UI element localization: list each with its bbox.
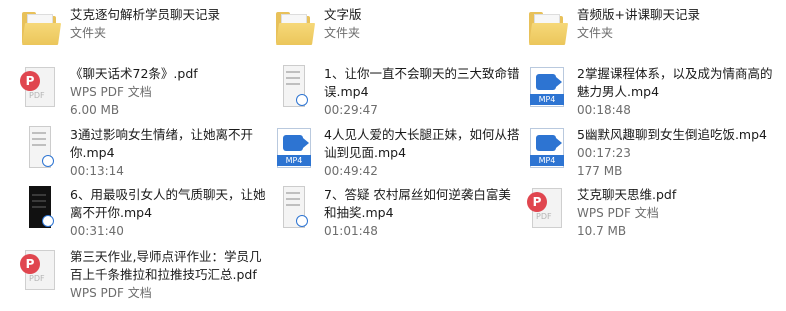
file-item-video-7[interactable]: 7、答疑 农村屌丝如何逆袭白富美 和抽奖.mp4 01:01:48 — [272, 186, 511, 240]
file-name: 文字版 — [324, 7, 362, 22]
file-name: 7、答疑 农村屌丝如何逆袭白富美 — [324, 187, 511, 202]
file-name-cont: 百上千条推拉和拉推技巧汇总.pdf — [70, 267, 257, 282]
file-name-cont: 误.mp4 — [324, 84, 369, 99]
file-type: 文件夹 — [70, 26, 107, 40]
file-size: 6.00 MB — [70, 103, 120, 117]
file-name: 5幽默风趣聊到女生倒追吃饭.mp4 — [577, 127, 767, 142]
file-item-pdf-1[interactable]: P PDF 《聊天话术72条》.pdf WPS PDF 文档 6.00 MB — [18, 65, 198, 119]
file-item-mp4-2[interactable]: MP4 2掌握课程体系，以及成为情商高的 魅力男人.mp4 00:18:48 — [525, 65, 772, 119]
file-name: 3通过影响女生情绪，让她离不开 — [70, 127, 253, 142]
file-name: 艾克逐句解析学员聊天记录 — [70, 7, 221, 22]
file-duration: 00:18:48 — [577, 103, 631, 117]
file-duration: 00:17:23 — [577, 146, 631, 160]
file-item-pdf-3[interactable]: P PDF 第三天作业,导师点评作业：学员几 百上千条推拉和拉推技巧汇总.pdf… — [18, 248, 261, 302]
file-item-video-1[interactable]: 1、让你一直不会聊天的三大致命错 误.mp4 00:29:47 — [272, 65, 519, 119]
video-thumbnail-icon — [272, 186, 316, 230]
file-name-cont: 魅力男人.mp4 — [577, 84, 660, 99]
pdf-icon: P PDF — [525, 186, 569, 230]
file-name: 音频版+讲课聊天记录 — [577, 7, 700, 22]
file-name: 《聊天话术72条》.pdf — [70, 66, 198, 81]
folder-icon — [525, 6, 569, 50]
file-duration: 00:49:42 — [324, 164, 378, 178]
video-thumbnail-dark-icon — [18, 186, 62, 230]
file-type: WPS PDF 文档 — [70, 85, 152, 99]
file-item-folder-2[interactable]: 文字版 文件夹 — [272, 6, 362, 50]
file-item-video-6[interactable]: 6、用最吸引女人的气质聊天，让她 离不开你.mp4 00:31:40 — [18, 186, 265, 240]
file-name: 4人见人爱的大长腿正妹，如何从搭 — [324, 127, 520, 142]
pdf-icon: P PDF — [18, 65, 62, 109]
file-name-cont: 和抽奖.mp4 — [324, 205, 394, 220]
file-item-mp4-4[interactable]: MP4 4人见人爱的大长腿正妹，如何从搭 讪到见面.mp4 00:49:42 — [272, 126, 519, 180]
file-name-cont: 讪到见面.mp4 — [324, 145, 407, 160]
pdf-icon: P PDF — [18, 248, 62, 292]
file-name: 1、让你一直不会聊天的三大致命错 — [324, 66, 520, 81]
mp4-icon: MP4 — [272, 126, 316, 170]
file-duration: 00:13:14 — [70, 164, 124, 178]
file-size: 177 MB — [577, 164, 623, 178]
file-name-cont: 你.mp4 — [70, 145, 115, 160]
folder-icon — [18, 6, 62, 50]
file-type: 文件夹 — [577, 26, 614, 40]
video-thumbnail-icon — [18, 126, 62, 170]
folder-icon — [272, 6, 316, 50]
file-item-folder-1[interactable]: 艾克逐句解析学员聊天记录 文件夹 — [18, 6, 220, 50]
file-type: WPS PDF 文档 — [70, 286, 152, 300]
file-size: 10.7 MB — [577, 224, 627, 238]
file-item-folder-3[interactable]: 音频版+讲课聊天记录 文件夹 — [525, 6, 700, 50]
file-duration: 00:29:47 — [324, 103, 378, 117]
file-name: 艾克聊天思维.pdf — [577, 187, 677, 202]
mp4-icon: MP4 — [525, 126, 569, 170]
file-duration: 00:31:40 — [70, 224, 124, 238]
file-name-cont: 离不开你.mp4 — [70, 205, 153, 220]
mp4-icon: MP4 — [525, 65, 569, 109]
file-item-video-3[interactable]: 3通过影响女生情绪，让她离不开 你.mp4 00:13:14 — [18, 126, 253, 180]
file-type: WPS PDF 文档 — [577, 206, 659, 220]
video-thumbnail-icon — [272, 65, 316, 109]
file-name: 6、用最吸引女人的气质聊天，让她 — [70, 187, 266, 202]
file-item-mp4-5[interactable]: MP4 5幽默风趣聊到女生倒追吃饭.mp4 00:17:23 177 MB — [525, 126, 767, 180]
file-name: 第三天作业,导师点评作业：学员几 — [70, 249, 262, 264]
file-item-pdf-2[interactable]: P PDF 艾克聊天思维.pdf WPS PDF 文档 10.7 MB — [525, 186, 676, 240]
file-type: 文件夹 — [324, 26, 361, 40]
file-name: 2掌握课程体系，以及成为情商高的 — [577, 66, 773, 81]
file-duration: 01:01:48 — [324, 224, 378, 238]
